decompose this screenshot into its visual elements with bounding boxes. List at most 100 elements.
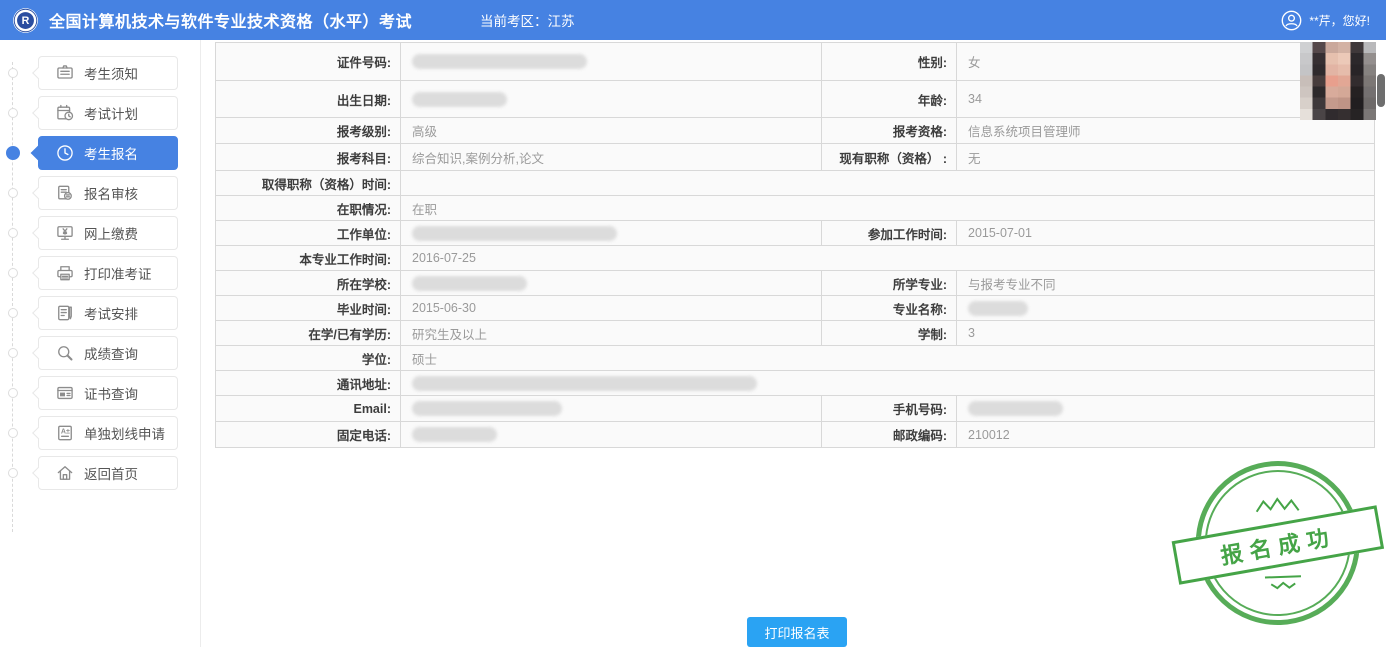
field-value bbox=[401, 221, 821, 245]
field-value: 在职 bbox=[401, 196, 1374, 220]
field-label: 本专业工作时间: bbox=[216, 246, 401, 270]
field-value: 综合知识,案例分析,论文 bbox=[401, 144, 821, 170]
document-audit-icon bbox=[55, 183, 75, 203]
sidebar-item-score-query[interactable]: 成绩查询 bbox=[38, 336, 178, 370]
field-label: 学制: bbox=[822, 321, 957, 345]
sidebar-item-label: 考生报名 bbox=[84, 143, 138, 163]
redacted-value bbox=[412, 92, 507, 107]
sidebar-item-label: 打印准考证 bbox=[84, 263, 152, 283]
sidebar-row: 证书查询 bbox=[0, 376, 200, 410]
form-row: 报考级别:高级报考资格:信息系统项目管理师 bbox=[216, 118, 1374, 144]
field-value: 硕士 bbox=[401, 346, 1374, 370]
field-label: 手机号码: bbox=[822, 396, 957, 421]
field-value: 高级 bbox=[401, 118, 821, 143]
field-label: 年龄: bbox=[822, 81, 957, 117]
sidebar-row: 成绩查询 bbox=[0, 336, 200, 370]
field-value: 210012 bbox=[957, 422, 1374, 447]
form-row: 在学/已有学历:研究生及以上学制:3 bbox=[216, 321, 1374, 346]
field-label: 报考级别: bbox=[216, 118, 401, 143]
user-avatar-icon bbox=[1280, 9, 1303, 32]
field-label: 毕业时间: bbox=[216, 296, 401, 320]
field-value: 研究生及以上 bbox=[401, 321, 821, 345]
sidebar-row: 考生须知 bbox=[0, 56, 200, 90]
sidebar-item-registration-review[interactable]: 报名审核 bbox=[38, 176, 178, 210]
field-label: 固定电话: bbox=[216, 422, 401, 447]
calendar-clock-icon bbox=[55, 103, 75, 123]
notice-board-icon bbox=[55, 63, 75, 83]
certificate-icon bbox=[55, 383, 75, 403]
field-value bbox=[957, 296, 1374, 320]
form-row: 通讯地址: bbox=[216, 371, 1374, 396]
field-label: 专业名称: bbox=[822, 296, 957, 320]
timeline-dot bbox=[8, 428, 18, 438]
field-label: 报考科目: bbox=[216, 144, 401, 170]
timeline-dot bbox=[8, 228, 18, 238]
field-value: 2015-06-30 bbox=[401, 296, 821, 320]
field-value bbox=[401, 43, 821, 80]
document-pen-icon bbox=[55, 303, 75, 323]
timeline-dot bbox=[8, 388, 18, 398]
timeline-dot bbox=[8, 108, 18, 118]
sidebar-row: 打印准考证 bbox=[0, 256, 200, 290]
stamp-squiggle-decoration bbox=[1261, 572, 1306, 592]
sidebar-menu: 考生须知考试计划考生报名报名审核网上缴费打印准考证考试安排成绩查询证书查询 A±单… bbox=[0, 56, 200, 490]
print-registration-form-button[interactable]: 打印报名表 bbox=[747, 617, 847, 647]
redacted-value bbox=[968, 301, 1028, 316]
current-region: 当前考区：江苏 bbox=[480, 10, 575, 30]
sidebar-item-exam-arrangement[interactable]: 考试安排 bbox=[38, 296, 178, 330]
redacted-value bbox=[412, 226, 617, 241]
scrollbar-thumb[interactable] bbox=[1377, 74, 1385, 107]
sidebar-item-online-payment[interactable]: 网上缴费 bbox=[38, 216, 178, 250]
field-label: 工作单位: bbox=[216, 221, 401, 245]
form-row: 在职情况:在职 bbox=[216, 196, 1374, 221]
timeline-dot bbox=[8, 188, 18, 198]
app-header: R 全国计算机技术与软件专业技术资格（水平）考试 当前考区：江苏 **芹，您好! bbox=[0, 0, 1386, 40]
sidebar-row: 考试计划 bbox=[0, 96, 200, 130]
sidebar-item-print-admission-ticket[interactable]: 打印准考证 bbox=[38, 256, 178, 290]
sidebar-item-return-home[interactable]: 返回首页 bbox=[38, 456, 178, 490]
field-label: 证件号码: bbox=[216, 43, 401, 80]
field-value bbox=[401, 422, 821, 447]
redacted-value bbox=[968, 401, 1063, 416]
form-row: 报考科目:综合知识,案例分析,论文现有职称（资格） :无 bbox=[216, 144, 1374, 171]
field-label: 在学/已有学历: bbox=[216, 321, 401, 345]
sidebar-item-label: 证书查询 bbox=[84, 383, 138, 403]
field-label: 通讯地址: bbox=[216, 371, 401, 395]
exam-logo-icon: R bbox=[12, 7, 39, 34]
field-value bbox=[401, 396, 821, 421]
redacted-value bbox=[412, 376, 757, 391]
form-row: 本专业工作时间:2016-07-25 bbox=[216, 246, 1374, 271]
form-row: 学位:硕士 bbox=[216, 346, 1374, 371]
form-row: 工作单位: 参加工作时间:2015-07-01 bbox=[216, 221, 1374, 246]
field-label: 参加工作时间: bbox=[822, 221, 957, 245]
sidebar-item-label: 网上缴费 bbox=[84, 223, 138, 243]
registration-success-stamp: 报名成功 bbox=[1183, 456, 1375, 642]
field-value bbox=[401, 371, 1374, 395]
field-label: 现有职称（资格） : bbox=[822, 144, 957, 170]
timeline-dot bbox=[8, 348, 18, 358]
field-label: 性别: bbox=[822, 43, 957, 80]
field-value: 2015-07-01 bbox=[957, 221, 1374, 245]
timeline-dot bbox=[8, 468, 18, 478]
sidebar-item-separate-passline-application[interactable]: A±单独划线申请 bbox=[38, 416, 178, 450]
field-value bbox=[957, 396, 1374, 421]
home-icon bbox=[55, 463, 75, 483]
timeline-dot bbox=[8, 68, 18, 78]
field-label: 学位: bbox=[216, 346, 401, 370]
sidebar-item-candidate-notice[interactable]: 考生须知 bbox=[38, 56, 178, 90]
field-label: 所学专业: bbox=[822, 271, 957, 295]
field-label: 邮政编码: bbox=[822, 422, 957, 447]
sidebar-item-certificate-query[interactable]: 证书查询 bbox=[38, 376, 178, 410]
timeline-dot bbox=[8, 308, 18, 318]
sidebar-row: 返回首页 bbox=[0, 456, 200, 490]
field-value: 与报考专业不同 bbox=[957, 271, 1374, 295]
sidebar-item-candidate-registration[interactable]: 考生报名 bbox=[38, 136, 178, 170]
sidebar-item-label: 返回首页 bbox=[84, 463, 138, 483]
stamp-crown-decoration bbox=[1254, 495, 1301, 515]
form-row: 取得职称（资格）时间: bbox=[216, 171, 1374, 196]
timeline-dot bbox=[8, 268, 18, 278]
user-menu[interactable]: **芹，您好! bbox=[1280, 9, 1370, 32]
registration-form-table: 证件号码:性别:女出生日期:年龄:34报考级别:高级报考资格:信息系统项目管理师… bbox=[215, 42, 1375, 448]
sidebar-item-exam-plan[interactable]: 考试计划 bbox=[38, 96, 178, 130]
field-label: 取得职称（资格）时间: bbox=[216, 171, 401, 195]
